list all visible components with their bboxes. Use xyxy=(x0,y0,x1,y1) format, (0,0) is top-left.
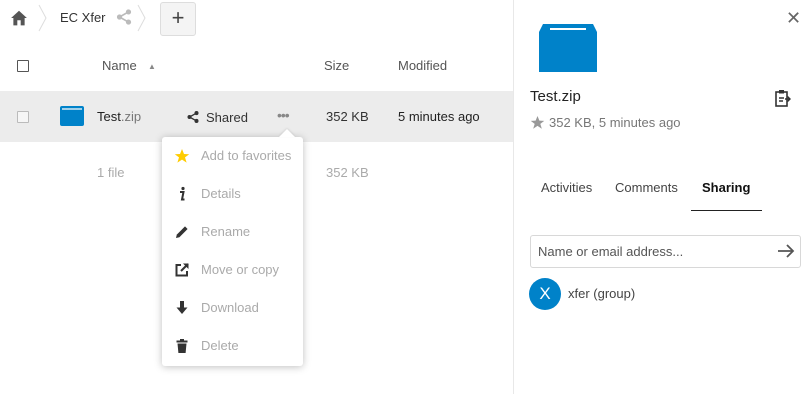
select-all-checkbox[interactable] xyxy=(17,60,29,72)
breadcrumb-separator-icon xyxy=(137,4,146,32)
share-with-input[interactable] xyxy=(530,235,801,268)
file-name[interactable]: Test.zip xyxy=(97,109,141,124)
menu-item-label: Add to favorites xyxy=(201,148,292,163)
share-entry-name: xfer (group) xyxy=(568,286,636,301)
file-actions-menu: Add to favorites Details Rename Move or … xyxy=(162,137,303,366)
file-name-base: Test xyxy=(97,109,121,124)
menu-item-label: Rename xyxy=(201,224,251,239)
home-icon[interactable] xyxy=(10,9,28,27)
star-icon xyxy=(174,149,190,163)
menu-item-details[interactable]: Details xyxy=(162,175,303,213)
menu-item-label: Details xyxy=(201,186,241,201)
menu-item-delete[interactable]: Delete xyxy=(162,327,303,365)
menu-item-label: Delete xyxy=(201,338,239,353)
arrow-right-icon[interactable] xyxy=(777,243,795,259)
star-icon[interactable] xyxy=(530,115,545,130)
tab-comments[interactable]: Comments xyxy=(615,180,678,195)
sort-ascending-icon: ▲ xyxy=(148,62,156,71)
trash-icon xyxy=(176,339,188,353)
file-list-header: Name ▲ Size Modified xyxy=(0,48,513,82)
total-size: 352 KB xyxy=(326,165,369,180)
menu-item-rename[interactable]: Rename xyxy=(162,213,303,251)
shared-label: Shared xyxy=(206,110,248,125)
tab-activities[interactable]: Activities xyxy=(541,180,592,195)
external-link-icon xyxy=(175,263,189,277)
download-icon xyxy=(176,301,188,314)
file-count: 1 file xyxy=(97,165,125,180)
pencil-icon xyxy=(176,226,188,238)
table-row[interactable]: Test.zip Shared ••• 352 KB 5 minutes ago xyxy=(0,91,513,142)
details-sidebar: ✕ Test.zip 352 KB, 5 minutes ago Activit… xyxy=(513,0,809,394)
menu-item-move-or-copy[interactable]: Move or copy xyxy=(162,251,303,289)
breadcrumb-folder[interactable]: EC Xfer xyxy=(60,10,106,25)
file-modified: 5 minutes ago xyxy=(398,109,480,124)
column-name[interactable]: Name xyxy=(102,58,137,73)
row-checkbox[interactable] xyxy=(17,111,29,123)
tab-sharing[interactable]: Sharing xyxy=(702,180,750,195)
breadcrumb-bar: EC Xfer + xyxy=(0,0,513,38)
column-size[interactable]: Size xyxy=(324,58,349,73)
file-name-extension: .zip xyxy=(120,109,142,124)
active-tab-indicator xyxy=(691,210,762,211)
sidebar-file-name: Test.zip xyxy=(530,88,581,105)
clipboard-icon[interactable] xyxy=(775,89,791,107)
menu-item-download[interactable]: Download xyxy=(162,289,303,327)
info-icon xyxy=(180,186,185,201)
sidebar-meta-text: 352 KB, 5 minutes ago xyxy=(549,115,681,130)
file-size: 352 KB xyxy=(326,109,369,124)
share-icon[interactable] xyxy=(115,8,133,26)
more-actions-icon[interactable]: ••• xyxy=(277,107,290,123)
menu-item-add-to-favorites[interactable]: Add to favorites xyxy=(162,137,303,175)
close-icon[interactable]: ✕ xyxy=(786,8,801,29)
zip-file-icon xyxy=(539,24,597,72)
sidebar-file-meta: 352 KB, 5 minutes ago xyxy=(530,115,681,130)
shared-button[interactable]: Shared xyxy=(186,110,248,125)
avatar: X xyxy=(529,278,561,310)
column-modified[interactable]: Modified xyxy=(398,58,447,73)
breadcrumb-separator-icon xyxy=(38,4,47,32)
menu-item-label: Download xyxy=(201,300,259,315)
menu-item-label: Move or copy xyxy=(201,262,280,277)
zip-file-icon xyxy=(60,106,84,126)
new-button[interactable]: + xyxy=(160,2,196,36)
share-icon xyxy=(187,111,199,123)
